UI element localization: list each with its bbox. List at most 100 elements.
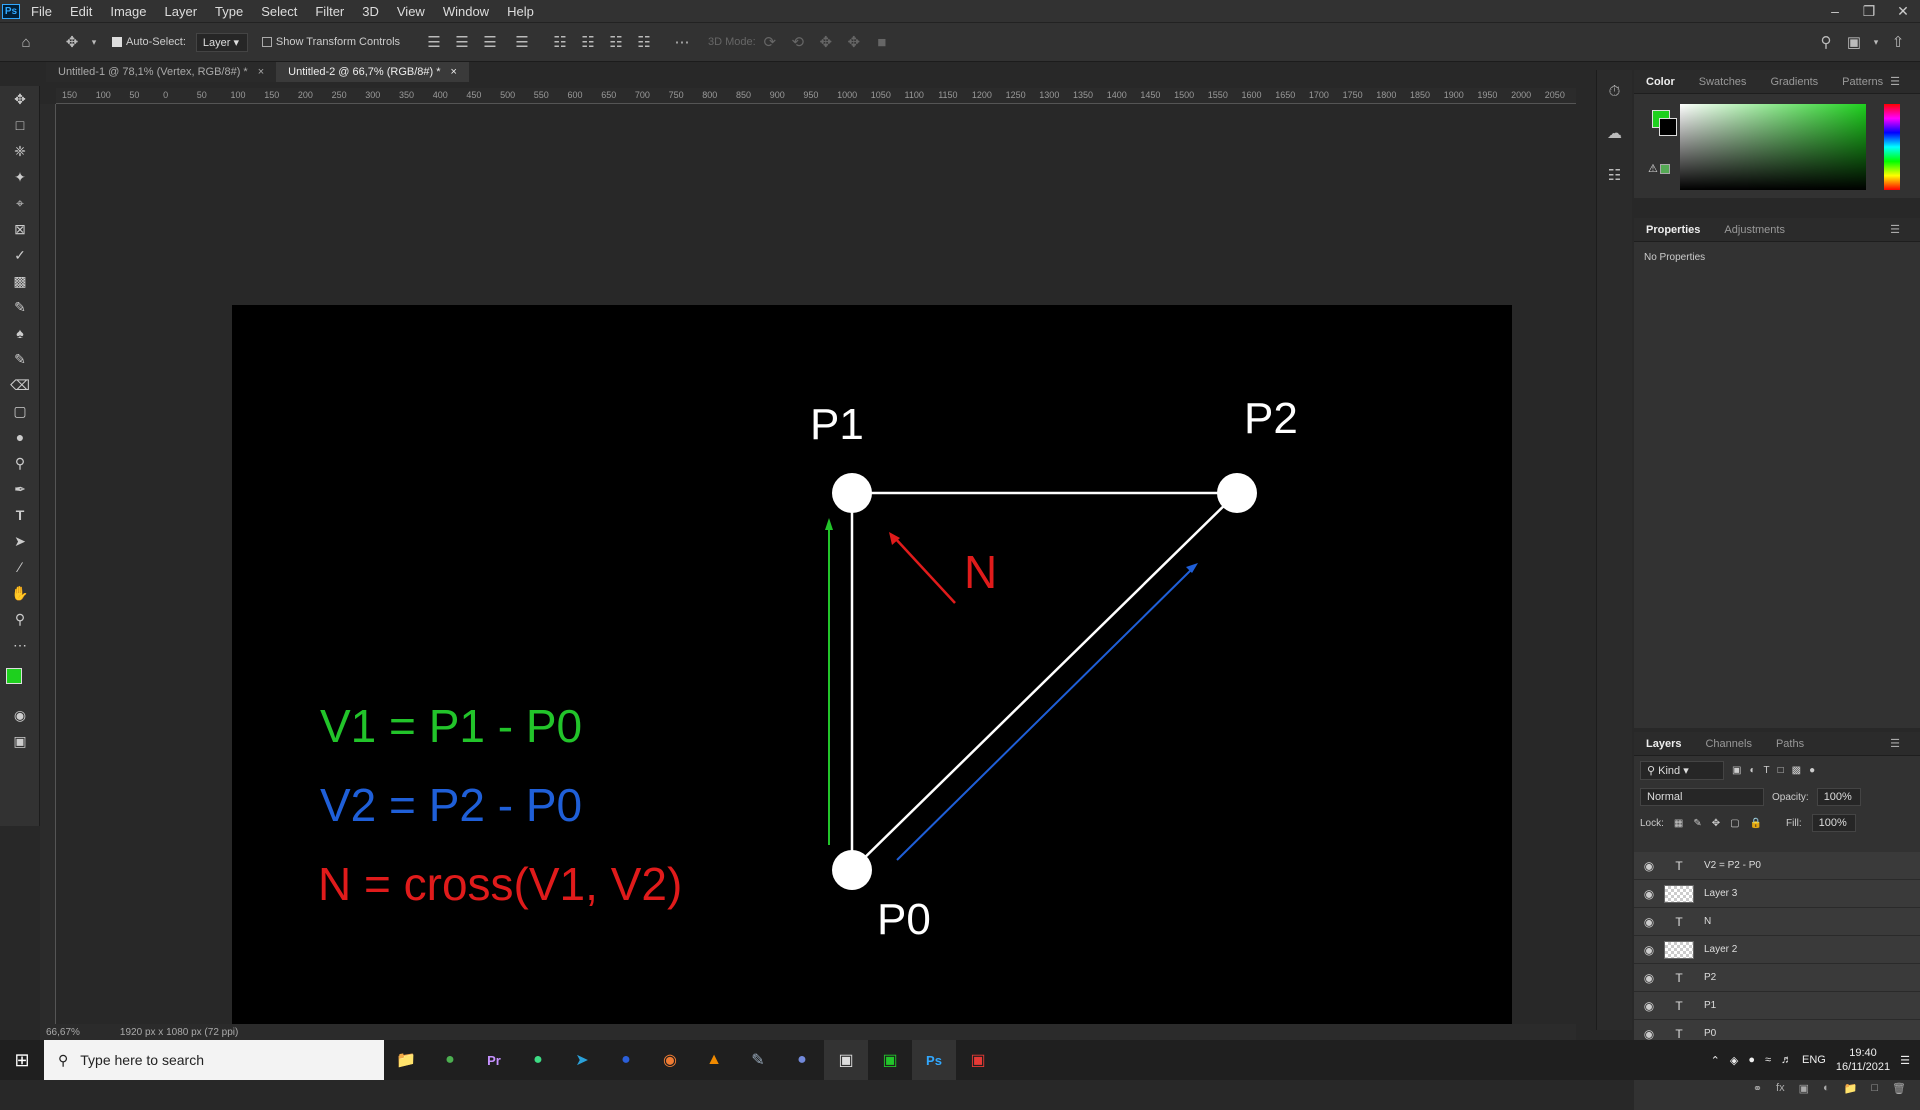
notepad-icon[interactable]: ✎ (736, 1040, 780, 1080)
lock-artboard-icon[interactable]: ▢ (1730, 818, 1739, 829)
blend-mode-dropdown[interactable]: Normal (1640, 788, 1764, 806)
filter-type-icon[interactable]: T (1764, 765, 1770, 776)
premiere-icon[interactable]: Pr (472, 1040, 516, 1080)
network-icon[interactable]: ◈ (1730, 1054, 1738, 1067)
web-safe-swatch[interactable] (1660, 164, 1670, 174)
telegram-icon[interactable]: ➤ (560, 1040, 604, 1080)
clock[interactable]: 19:40 16/11/2021 (1836, 1046, 1890, 1074)
color-field[interactable] (1680, 104, 1866, 190)
menu-type[interactable]: Type (206, 4, 252, 19)
auto-select-dropdown[interactable]: Layer ▾ (195, 32, 248, 52)
menu-window[interactable]: Window (434, 4, 498, 19)
share-icon[interactable]: ⇧ (1886, 30, 1910, 54)
align-top-icon[interactable]: ☷ (548, 30, 572, 54)
tab-gradients[interactable]: Gradients (1758, 70, 1830, 94)
lock-transparent-icon[interactable]: ▦ (1674, 818, 1683, 829)
eye-icon[interactable]: ◉ (1634, 859, 1664, 873)
windows-start-icon[interactable]: ⊞ (0, 1040, 44, 1080)
quick-mask-icon[interactable]: ◉ (0, 702, 40, 728)
lasso-tool-icon[interactable]: ❈ (0, 138, 40, 164)
layer-row[interactable]: ◉ T P1 (1634, 992, 1920, 1020)
fill-field[interactable]: 100% (1811, 814, 1856, 832)
distribute-icon[interactable]: ☰ (510, 30, 534, 54)
vlc-icon[interactable]: ▲ (692, 1040, 736, 1080)
3d-slide-icon[interactable]: ✥ (842, 30, 866, 54)
more-options-icon[interactable]: ⋯ (670, 30, 694, 54)
layer-style-icon[interactable]: fx (1776, 1082, 1785, 1102)
eraser-icon[interactable]: ⌫ (0, 372, 40, 398)
tab-paths[interactable]: Paths (1764, 732, 1816, 756)
delete-layer-icon[interactable]: 🗑 (1892, 1082, 1906, 1102)
3d-roll-icon[interactable]: ⟲ (786, 30, 810, 54)
notifications-icon[interactable]: ☰ (1900, 1054, 1910, 1067)
tab-channels[interactable]: Channels (1693, 732, 1763, 756)
opacity-field[interactable]: 100% (1816, 788, 1861, 806)
libraries-icon[interactable]: ☁ (1597, 112, 1632, 154)
foreground-color[interactable] (6, 668, 22, 684)
filter-pixel-icon[interactable]: ▣ (1732, 765, 1741, 776)
menu-3d[interactable]: 3D (353, 4, 388, 19)
file-explorer-icon[interactable]: 📁 (384, 1040, 428, 1080)
volume-icon[interactable]: ♬ (1781, 1054, 1792, 1066)
tab-untitled-1[interactable]: Untitled-1 @ 78,1% (Vertex, RGB/8#) * × (46, 62, 277, 82)
move-tool-icon[interactable]: ✥ (60, 30, 84, 54)
filter-toggle-icon[interactable]: ● (1809, 765, 1815, 776)
adjustment-layer-icon[interactable]: ◐ (1823, 1082, 1830, 1102)
path-select-icon[interactable]: ➤ (0, 528, 40, 554)
chrome-icon[interactable]: ● (428, 1040, 472, 1080)
document-canvas[interactable]: P1 P2 P0 N V1 = P1 - P0 V2 = P2 - P0 N =… (232, 305, 1512, 1025)
dodge-tool-icon[interactable]: ⚲ (0, 450, 40, 476)
menu-file[interactable]: File (22, 4, 61, 19)
background-swatch[interactable] (1659, 118, 1677, 136)
eye-icon[interactable]: ◉ (1634, 943, 1664, 957)
zoom-tool-icon[interactable]: ⚲ (0, 606, 40, 632)
microphone-icon[interactable]: ● (1748, 1054, 1755, 1066)
history-brush-icon[interactable]: ✎ (0, 346, 40, 372)
link-layers-icon[interactable]: ⚭ (1753, 1082, 1762, 1102)
workspace-icon[interactable]: ▣ (1842, 30, 1866, 54)
eye-icon[interactable]: ◉ (1634, 887, 1664, 901)
add-mask-icon[interactable]: ▣ (1799, 1082, 1809, 1102)
align-bottom-icon[interactable]: ☷ (604, 30, 628, 54)
color-swatches[interactable] (0, 658, 39, 702)
3d-orbit-icon[interactable]: ⟳ (758, 30, 782, 54)
layer-row[interactable]: ◉ T V2 = P2 - P0 (1634, 852, 1920, 880)
eye-icon[interactable]: ◉ (1634, 1027, 1664, 1041)
move-tool-icon[interactable]: ✥ (0, 86, 40, 112)
menu-edit[interactable]: Edit (61, 4, 101, 19)
close-icon[interactable]: ✕ (1886, 0, 1920, 22)
chevron-down-icon[interactable]: ▾ (88, 30, 100, 54)
frame-tool-icon[interactable]: ⊠ (0, 216, 40, 242)
close-icon[interactable]: × (451, 62, 457, 82)
tab-layers[interactable]: Layers (1634, 732, 1693, 756)
tab-properties[interactable]: Properties (1634, 218, 1712, 242)
menu-select[interactable]: Select (252, 4, 306, 19)
eye-icon[interactable]: ◉ (1634, 915, 1664, 929)
layer-row[interactable]: ◉ Layer 2 (1634, 936, 1920, 964)
panel-menu-icon[interactable]: ☰ (1878, 218, 1912, 242)
taskbar-search[interactable]: ⚲ Type here to search (44, 1040, 384, 1080)
new-group-icon[interactable]: 📁 (1844, 1082, 1858, 1102)
line-tool-icon[interactable]: ∕ (0, 554, 40, 580)
lock-image-icon[interactable]: ✎ (1693, 818, 1701, 829)
history-icon[interactable]: ⏱ (1597, 70, 1632, 112)
menu-view[interactable]: View (388, 4, 434, 19)
layer-filter-dropdown[interactable]: ⚲ Kind ▾ (1640, 760, 1724, 780)
tab-untitled-2[interactable]: Untitled-2 @ 66,7% (RGB/8#) * × (276, 62, 469, 82)
align-left-icon[interactable]: ☰ (422, 30, 446, 54)
language-indicator[interactable]: ENG (1802, 1054, 1826, 1066)
app-one-icon[interactable]: ● (604, 1040, 648, 1080)
close-icon[interactable]: × (258, 62, 264, 82)
photoshop-taskbar-icon[interactable]: Ps (912, 1040, 956, 1080)
restore-icon[interactable]: ❐ (1852, 0, 1886, 22)
hand-tool-icon[interactable]: ✋ (0, 580, 40, 606)
auto-select-checkbox[interactable]: Auto-Select: (112, 36, 186, 48)
healing-brush-icon[interactable]: ▩ (0, 268, 40, 294)
screen-mode-icon[interactable]: ▣ (0, 728, 40, 754)
align-middle-icon[interactable]: ☷ (576, 30, 600, 54)
gradient-tool-icon[interactable]: ▢ (0, 398, 40, 424)
3d-camera-icon[interactable]: ■ (870, 30, 894, 54)
tab-swatches[interactable]: Swatches (1687, 70, 1759, 94)
hue-slider[interactable] (1884, 104, 1900, 190)
green-app-icon[interactable]: ▣ (868, 1040, 912, 1080)
